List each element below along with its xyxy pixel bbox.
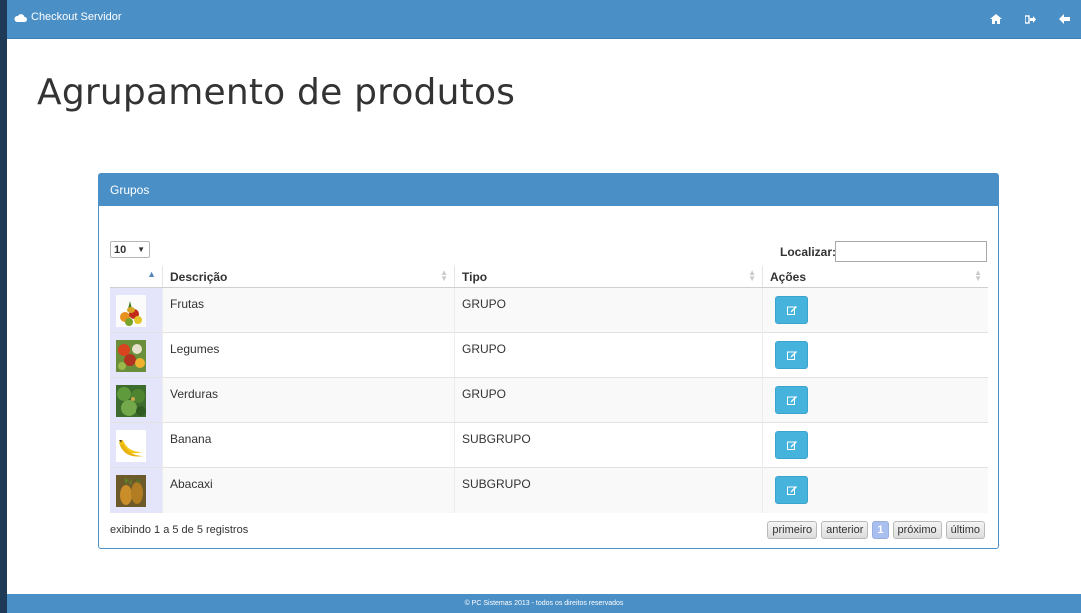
brand-label: Checkout Servidor — [31, 11, 122, 23]
row-tipo: SUBGRUPO — [454, 422, 763, 468]
pagination-next-button[interactable]: próximo — [892, 521, 942, 539]
sort-icon: ▲ ▼ — [974, 268, 982, 283]
footer: © PC Sistemas 2013 - todos os direitos r… — [7, 594, 1081, 613]
top-navbar: Checkout Servidor — [7, 0, 1081, 39]
table-row: Frutas GRUPO — [110, 287, 988, 333]
column-image-header[interactable]: ▲ — [110, 266, 163, 288]
pagination-first-button[interactable]: primeiro — [767, 521, 818, 539]
row-tipo: GRUPO — [454, 332, 763, 378]
panel-title: Grupos — [110, 183, 150, 197]
brand[interactable]: Checkout Servidor — [14, 11, 122, 23]
row-descricao: Abacaxi — [162, 467, 455, 513]
edit-icon — [786, 441, 797, 450]
column-tipo-label: Tipo — [462, 269, 488, 284]
row-acoes — [762, 377, 988, 423]
search-input[interactable] — [835, 241, 987, 262]
edit-icon — [786, 486, 797, 495]
home-icon[interactable] — [979, 0, 1013, 38]
edit-icon — [786, 396, 797, 405]
footer-text: © PC Sistemas 2013 - todos os direitos r… — [464, 600, 624, 607]
table-info: exibindo 1 a 5 de 5 registros — [110, 524, 249, 536]
row-tipo: GRUPO — [454, 287, 763, 333]
row-acoes — [762, 287, 988, 333]
table-row: Banana SUBGRUPO — [110, 422, 988, 468]
table-row: Legumes GRUPO — [110, 332, 988, 378]
edit-button[interactable] — [775, 476, 808, 504]
window-edge — [0, 0, 7, 613]
row-image-cell — [110, 377, 163, 423]
table-header-row: ▲ Descrição ▲ ▼ Tipo ▲ ▼ Ações ▲ ▼ — [110, 266, 988, 288]
groups-table: ▲ Descrição ▲ ▼ Tipo ▲ ▼ Ações ▲ ▼ Fruta… — [110, 266, 988, 513]
page-length-value: 10 — [114, 243, 127, 256]
edit-button[interactable] — [775, 386, 808, 414]
column-acoes-label: Ações — [770, 269, 807, 284]
groups-panel: Grupos 10 ▼ Localizar: ▲ Descrição ▲ ▼ Ti… — [98, 173, 999, 549]
pagination-last-button[interactable]: último — [945, 521, 985, 539]
row-image-cell — [110, 422, 163, 468]
cloud-icon — [14, 13, 27, 22]
edit-icon — [786, 306, 797, 315]
pagination-previous-button[interactable]: anterior — [821, 521, 869, 539]
row-descricao: Verduras — [162, 377, 455, 423]
banana-thumbnail — [116, 430, 146, 462]
column-descricao-label: Descrição — [170, 269, 228, 284]
table-row: Verduras GRUPO — [110, 377, 988, 423]
row-image-cell — [110, 287, 163, 333]
sort-icon: ▲ ▼ — [748, 268, 756, 283]
pagination-page-1-button[interactable]: 1 — [872, 521, 889, 539]
edit-button[interactable] — [775, 296, 808, 324]
pagination: primeiro anterior 1 próximo último — [767, 521, 985, 539]
row-tipo: GRUPO — [454, 377, 763, 423]
sort-asc-icon: ▲ — [147, 269, 156, 279]
row-acoes — [762, 422, 988, 468]
greens-thumbnail — [116, 385, 146, 417]
row-acoes — [762, 332, 988, 378]
row-image-cell — [110, 332, 163, 378]
sort-icon: ▲ ▼ — [440, 268, 448, 283]
column-descricao-header[interactable]: Descrição ▲ ▼ — [162, 266, 455, 288]
panel-heading: Grupos — [99, 174, 998, 206]
row-descricao: Legumes — [162, 332, 455, 378]
column-tipo-header[interactable]: Tipo ▲ ▼ — [454, 266, 763, 288]
pineapple-thumbnail — [116, 475, 146, 507]
table-row: Abacaxi SUBGRUPO — [110, 467, 988, 513]
edit-button[interactable] — [775, 431, 808, 459]
sign-out-icon[interactable] — [1013, 0, 1047, 38]
page-title: Agrupamento de produtos — [37, 72, 516, 113]
chevron-down-icon: ▼ — [137, 245, 145, 254]
row-descricao: Frutas — [162, 287, 455, 333]
row-descricao: Banana — [162, 422, 455, 468]
edit-button[interactable] — [775, 341, 808, 369]
row-tipo: SUBGRUPO — [454, 467, 763, 513]
edit-icon — [786, 351, 797, 360]
column-acoes-header[interactable]: Ações ▲ ▼ — [762, 266, 988, 288]
fruits-thumbnail — [116, 295, 146, 327]
row-acoes — [762, 467, 988, 513]
page-length-select[interactable]: 10 ▼ — [110, 241, 150, 258]
back-arrow-icon[interactable] — [1047, 0, 1081, 38]
search-label: Localizar: — [780, 245, 837, 259]
row-image-cell — [110, 467, 163, 513]
vegetables-thumbnail — [116, 340, 146, 372]
